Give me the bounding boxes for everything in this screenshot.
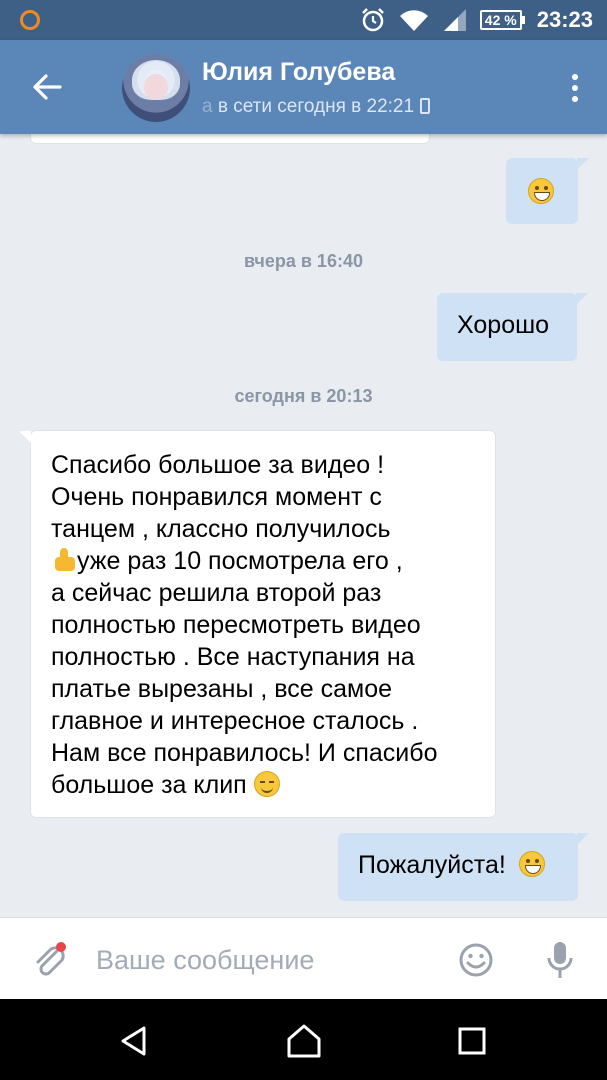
grin-emoji-icon [518,851,545,877]
signal-icon [443,9,466,31]
home-icon [287,1024,321,1058]
wifi-icon [399,10,428,32]
status-bar: 42 % 23:23 [0,0,607,40]
triangle-back-icon [121,1026,146,1056]
alarm-icon [361,8,384,32]
message-line: уже раз 10 посмотрела его , [77,547,403,575]
message-line: полностью пересмотреть видео [51,611,421,639]
message-line: большое за клип [51,771,247,799]
message-out-reply[interactable]: Пожалуйста! [338,833,589,901]
smiling-emoji-icon [253,771,280,797]
message-line-with-emoji: большое за клип [51,769,475,801]
status-clock: 23:23 [536,7,593,32]
contact-status-text: в сети сегодня в 22:21 [217,96,415,117]
nav-back-button[interactable] [110,1017,158,1065]
date-separator-today: сегодня в 20:13 [234,386,373,406]
battery-level-text: 42 % [479,10,522,30]
notification-circle-icon [20,10,40,30]
grin-emoji-icon [528,178,554,204]
microphone-icon [547,942,573,978]
previous-message-bubble[interactable] [30,134,430,144]
attachment-badge [56,942,66,952]
message-line: главное и интересное сталось . [51,707,419,735]
message-text: Хорошо [457,311,550,339]
message-line: а сейчас решила второй раз [51,579,382,607]
status-bar-right: 42 % 23:23 [360,0,593,40]
smiley-icon [459,943,493,977]
voice-message-button[interactable] [540,938,580,982]
emoji-button[interactable] [456,940,496,980]
message-line: танцем , классно получилось [51,515,391,543]
message-line: полностью . Все наступания на [51,643,415,671]
contact-status-prefix: а [202,96,218,117]
chat-header: Юлия Голубева а в сети сегодня в 22:21 [0,40,607,134]
chat-area[interactable]: вчера в 16:40 Хорошо сегодня в 20:13 Спа… [0,134,607,917]
message-line-with-emoji: уже раз 10 посмотрела его , [51,545,475,577]
message-line: платье вырезаны , все самое [51,675,393,703]
mobile-device-icon [420,98,431,114]
nav-recent-button[interactable] [448,1017,496,1065]
avatar[interactable] [122,54,190,122]
battery-indicator: 42 % [479,10,525,30]
contact-status: а в сети сегодня в 22:21 [202,96,431,118]
square-recent-icon [458,1027,486,1055]
message-out-ok[interactable]: Хорошо [437,293,588,361]
contact-name[interactable]: Юлия Голубева [202,58,395,87]
message-out-emoji[interactable] [506,158,589,224]
system-navigation-bar [0,999,607,1080]
arrow-left-icon [33,74,62,100]
more-vertical-icon [572,74,578,80]
thumbs-up-emoji-icon [51,547,77,573]
nav-home-button[interactable] [280,1017,328,1065]
attach-button[interactable] [30,940,70,980]
back-button[interactable] [28,68,66,106]
message-line: Спасибо большое за видео ! [51,451,385,479]
message-line: Очень понравился момент с [51,483,382,511]
message-line: Нам все понравилось! И спасибо [51,739,438,767]
message-input-bar [0,917,607,999]
more-vertical-button[interactable] [565,70,585,106]
message-text: Пожалуйста! [358,851,506,879]
message-in-thanks[interactable]: Спасибо большое за видео ! Очень понрави… [19,430,496,818]
date-separator-yesterday: вчера в 16:40 [244,251,363,271]
message-input[interactable] [96,940,436,980]
